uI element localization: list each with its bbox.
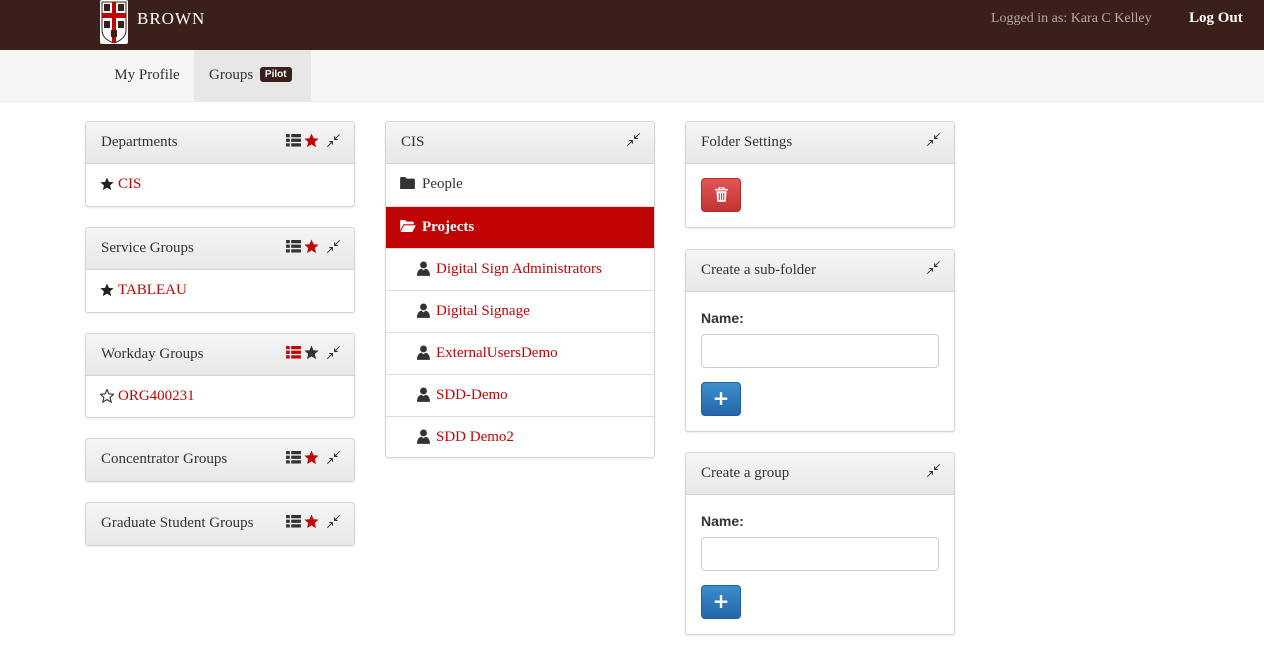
service-groups-panel: Service Groups TABLEAU (85, 227, 355, 313)
list-icon[interactable] (286, 134, 301, 147)
panel-title: Graduate Student Groups (101, 515, 254, 531)
star-icon[interactable] (304, 514, 319, 529)
panel-title: Concentrator Groups (101, 451, 228, 467)
brand-name: BROWN (137, 9, 206, 28)
list-item: Digital Sign Administrators (386, 248, 654, 290)
panel-title: Folder Settings (701, 134, 793, 150)
list-item: ExternalUsersDemo (386, 332, 654, 374)
list-icon[interactable] (286, 515, 301, 528)
compress-icon[interactable] (627, 133, 640, 146)
folder-panel: CIS People Projects Digital Sign Adminis… (385, 121, 655, 458)
star-icon[interactable] (304, 345, 319, 360)
star-icon[interactable] (100, 177, 114, 191)
panel-header: CIS (386, 122, 654, 164)
workday-groups-panel: Workday Groups ORG400231 (85, 333, 355, 418)
delete-folder-button[interactable] (701, 178, 741, 212)
panel-header: Folder Settings (686, 122, 954, 164)
group-link[interactable]: SDD Demo2 (436, 429, 514, 446)
folder-icon (400, 177, 415, 189)
user-icon (417, 387, 430, 402)
panel-header: Graduate Student Groups (86, 503, 354, 545)
concentrator-groups-panel: Concentrator Groups (85, 438, 355, 482)
group-link[interactable]: Digital Sign Administrators (436, 261, 602, 278)
panel-title: Create a sub-folder (701, 262, 816, 278)
panel-header: Departments (86, 122, 354, 164)
folder-label: People (422, 176, 463, 192)
subfolder-name-label: Name: (701, 310, 744, 326)
star-icon[interactable] (100, 283, 114, 297)
star-icon[interactable] (304, 239, 319, 254)
panel-header: Concentrator Groups (86, 439, 354, 481)
compress-icon[interactable] (927, 464, 940, 477)
workday-group-link[interactable]: ORG400231 (118, 388, 195, 405)
tab-groups-label: Groups (209, 67, 254, 83)
panel-header: Create a sub-folder (686, 250, 954, 292)
panel-header: Create a group (686, 453, 954, 495)
list-item: SDD Demo2 (386, 416, 654, 457)
folder-item-people[interactable]: People (386, 164, 654, 206)
folder-open-icon (400, 220, 416, 232)
list-item: TABLEAU (86, 270, 354, 312)
folder-list: People Projects Digital Sign Administrat… (386, 164, 654, 457)
shield-logo (100, 0, 128, 44)
compress-icon[interactable] (927, 261, 940, 274)
folder-item-projects[interactable]: Projects (386, 206, 654, 248)
group-link[interactable]: ExternalUsersDemo (436, 345, 558, 362)
compress-icon[interactable] (327, 134, 340, 147)
panel-title: Workday Groups (101, 346, 204, 362)
user-icon (417, 345, 430, 360)
service-group-link[interactable]: TABLEAU (118, 282, 187, 299)
panel-title: Departments (101, 134, 178, 150)
graduate-student-groups-panel: Graduate Student Groups (85, 502, 355, 546)
panel-title: Create a group (701, 465, 790, 481)
group-link[interactable]: SDD-Demo (436, 387, 508, 404)
list-icon[interactable] (286, 240, 301, 253)
star-empty-icon[interactable] (100, 389, 114, 403)
sub-navigation: My Profile Groups Pilot (0, 50, 1264, 102)
logout-link[interactable]: Log Out (1189, 10, 1243, 27)
star-icon[interactable] (304, 133, 319, 148)
panel-header: Workday Groups (86, 334, 354, 376)
compress-icon[interactable] (327, 451, 340, 464)
plus-icon: + (712, 386, 730, 410)
tab-groups[interactable]: Groups Pilot (194, 50, 311, 101)
star-icon[interactable] (304, 450, 319, 465)
user-icon (417, 303, 430, 318)
panel-title: Service Groups (101, 240, 194, 256)
create-group-panel: Create a group Name: + (685, 452, 955, 635)
panel-header: Service Groups (86, 228, 354, 270)
group-name-label: Name: (701, 513, 744, 529)
panel-title: CIS (401, 134, 425, 150)
list-item: CIS (86, 164, 354, 206)
departments-panel: Departments CIS (85, 121, 355, 207)
folder-label: Projects (422, 219, 475, 235)
list-item: ORG400231 (86, 376, 354, 417)
user-icon (417, 429, 430, 444)
list-icon[interactable] (286, 346, 301, 359)
add-group-button[interactable]: + (701, 585, 741, 619)
department-link[interactable]: CIS (118, 176, 141, 193)
logged-in-text: Logged in as: Kara C Kelley (991, 11, 1152, 26)
list-item: Digital Signage (386, 290, 654, 332)
top-bar: BROWN Logged in as: Kara C Kelley Log Ou… (0, 0, 1264, 50)
compress-icon[interactable] (327, 240, 340, 253)
tab-my-profile[interactable]: My Profile (100, 50, 194, 100)
list-icon[interactable] (286, 451, 301, 464)
user-icon (417, 261, 430, 276)
group-name-input[interactable] (701, 537, 939, 571)
add-subfolder-button[interactable]: + (701, 382, 741, 416)
subfolder-name-input[interactable] (701, 334, 939, 368)
pilot-badge: Pilot (259, 67, 292, 82)
compress-icon[interactable] (327, 515, 340, 528)
create-subfolder-panel: Create a sub-folder Name: + (685, 249, 955, 432)
compress-icon[interactable] (927, 133, 940, 146)
compress-icon[interactable] (327, 346, 340, 359)
folder-settings-panel: Folder Settings (685, 121, 955, 228)
plus-icon: + (712, 589, 730, 613)
group-link[interactable]: Digital Signage (436, 303, 530, 320)
brand[interactable]: BROWN (100, 0, 205, 44)
trash-icon (715, 187, 728, 202)
list-item: SDD-Demo (386, 374, 654, 416)
